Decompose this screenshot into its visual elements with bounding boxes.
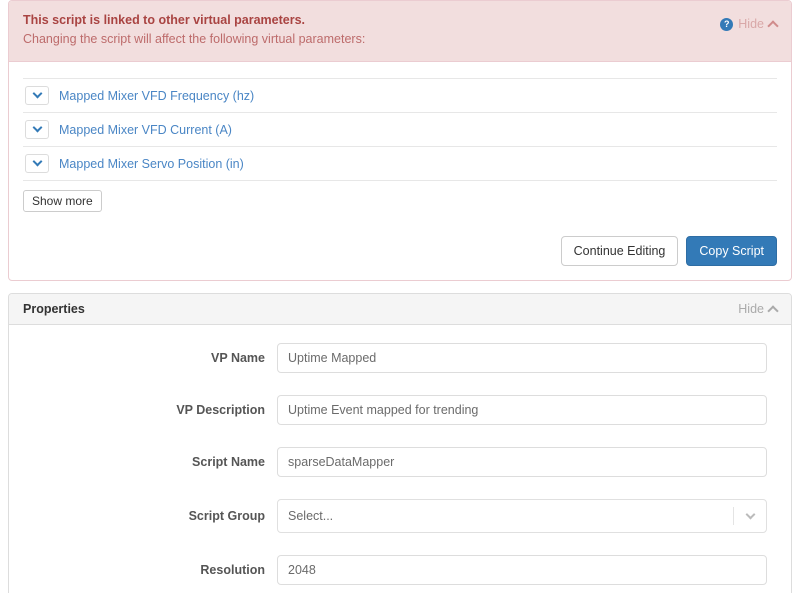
form-row-resolution: Resolution [9, 555, 791, 585]
chevron-up-icon[interactable] [767, 20, 779, 32]
chevron-down-icon[interactable] [25, 120, 49, 139]
chevron-down-icon[interactable] [25, 154, 49, 173]
properties-hide-control[interactable]: Hide [738, 302, 779, 317]
form-row-script-group: Script Group Select... [9, 499, 791, 533]
linked-parameter-link[interactable]: Mapped Mixer Servo Position (in) [59, 157, 244, 171]
copy-script-button[interactable]: Copy Script [686, 236, 777, 266]
script-group-label: Script Group [188, 509, 265, 523]
list-item[interactable]: Mapped Mixer VFD Current (A) [23, 113, 777, 147]
linked-parameter-link[interactable]: Mapped Mixer VFD Frequency (hz) [59, 89, 254, 103]
show-more-button[interactable]: Show more [23, 190, 102, 212]
linked-parameters-body: Mapped Mixer VFD Frequency (hz) Mapped M… [9, 62, 791, 226]
properties-panel-header: Properties Hide [9, 294, 791, 325]
chevron-down-icon[interactable] [25, 86, 49, 105]
linked-script-alert: This script is linked to other virtual p… [9, 1, 791, 62]
properties-panel: Properties Hide VP Name VP Description S… [8, 293, 792, 593]
form-row-script-name: Script Name [9, 447, 791, 477]
form-row-vp-description: VP Description [9, 395, 791, 425]
panel-actions: Continue Editing Copy Script [9, 226, 791, 280]
chevron-down-icon[interactable] [734, 509, 766, 520]
linked-parameter-link[interactable]: Mapped Mixer VFD Current (A) [59, 123, 232, 137]
linked-script-panel: This script is linked to other virtual p… [8, 0, 792, 281]
continue-editing-button[interactable]: Continue Editing [560, 236, 679, 266]
list-item[interactable]: Mapped Mixer VFD Frequency (hz) [23, 79, 777, 113]
alert-subtitle: Changing the script will affect the foll… [23, 32, 366, 46]
alert-title: This script is linked to other virtual p… [23, 13, 306, 27]
vp-description-label: VP Description [176, 403, 265, 417]
properties-form: VP Name VP Description Script Name Scrip… [9, 325, 791, 593]
script-group-selected-value: Select... [288, 509, 334, 523]
properties-hide-label[interactable]: Hide [738, 302, 764, 316]
vp-name-input[interactable] [277, 343, 767, 373]
vp-description-input[interactable] [277, 395, 767, 425]
chevron-up-icon[interactable] [767, 305, 779, 317]
help-circle-icon[interactable]: ? [720, 17, 734, 31]
script-name-label: Script Name [192, 455, 265, 469]
alert-hide-label[interactable]: Hide [738, 17, 764, 31]
list-item[interactable]: Mapped Mixer Servo Position (in) [23, 147, 777, 181]
alert-hide-control[interactable]: ? Hide [720, 17, 779, 32]
script-name-input[interactable] [277, 447, 767, 477]
linked-parameters-list: Mapped Mixer VFD Frequency (hz) Mapped M… [23, 78, 777, 181]
vp-name-label: VP Name [211, 351, 265, 365]
form-row-vp-name: VP Name [9, 343, 791, 373]
resolution-input[interactable] [277, 555, 767, 585]
resolution-label: Resolution [200, 563, 265, 577]
script-group-select[interactable]: Select... [277, 499, 767, 533]
page-title: Properties [23, 302, 85, 316]
